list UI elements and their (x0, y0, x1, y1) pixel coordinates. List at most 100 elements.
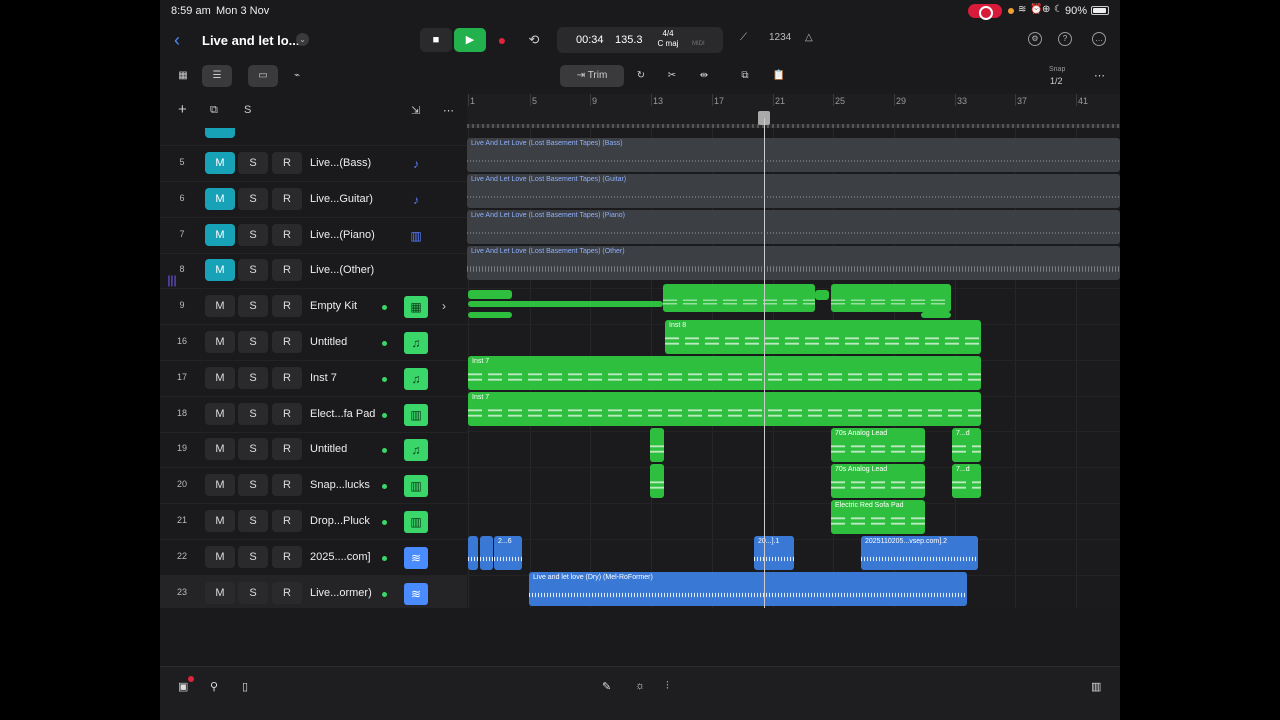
record-arm-button[interactable]: R (272, 366, 302, 389)
mute-button[interactable]: M (205, 223, 235, 246)
audio-icon[interactable]: ≋ (404, 582, 428, 605)
mute-button[interactable]: M (205, 295, 235, 318)
audio-region-muted[interactable]: Live And Let Love (Lost Basement Tapes) … (467, 138, 1120, 172)
solo-button[interactable]: S (238, 152, 268, 174)
count-in-button[interactable]: 1234 (769, 32, 791, 43)
mute-button[interactable]: M (205, 438, 235, 461)
audio-region[interactable]: 2...6 (494, 536, 522, 570)
help-icon[interactable]: ? (1058, 32, 1072, 46)
back-chevron-icon[interactable]: ‹ (174, 30, 180, 51)
tuner-icon[interactable]: ⟋ (740, 32, 747, 43)
track-name[interactable]: Snap...lucks (310, 479, 370, 491)
mute-button[interactable]: M (205, 545, 235, 568)
track-row[interactable]: 22 M S R 2025....com] ≋ (160, 540, 467, 576)
track-name[interactable]: 2025....com] (310, 551, 371, 563)
midi-region[interactable]: 7...d (952, 464, 981, 498)
audio-region[interactable]: Live and let love (Dry) (Mel-RoFormer) (529, 572, 967, 606)
stop-button[interactable]: ■ (420, 28, 452, 52)
mute-button[interactable]: M (205, 402, 235, 425)
midi-region[interactable]: Electric Red Sofa Pad (831, 500, 925, 534)
track-row[interactable]: 7 M S R Live...(Piano) ▥ (160, 218, 467, 254)
header-more-icon[interactable]: ⋯ (443, 104, 454, 117)
solo-button[interactable]: S (238, 366, 268, 389)
track-name[interactable]: Live...(Piano) (310, 229, 375, 241)
record-button[interactable]: ● (486, 28, 518, 52)
mute-button[interactable]: M (205, 474, 235, 497)
audio-region-muted[interactable]: Live And Let Love (Lost Basement Tapes) … (467, 210, 1120, 244)
midi-region[interactable]: 70s Analog Lead (831, 464, 925, 498)
automation-icon[interactable]: ⌁ (284, 65, 310, 87)
mute-button[interactable]: M (205, 366, 235, 389)
midi-region[interactable] (468, 290, 512, 299)
record-arm-button[interactable]: R (272, 545, 302, 568)
track-name[interactable]: Drop...Pluck (310, 515, 370, 527)
record-arm-button[interactable]: R (272, 187, 302, 210)
midi-region[interactable] (468, 312, 512, 318)
music-note-icon[interactable]: ♫ (404, 332, 428, 354)
audio-region[interactable] (468, 536, 478, 570)
region-view-icon[interactable]: ▭ (248, 65, 278, 87)
solo-button[interactable]: S (238, 510, 268, 532)
track-row[interactable]: 23 M S R Live...ormer) ≋ (160, 575, 467, 608)
more-icon[interactable]: ⋯ (1094, 69, 1105, 82)
track-row[interactable]: 17 M S R Inst 7 ♫ (160, 361, 467, 397)
play-button[interactable]: ▶ (454, 28, 486, 52)
record-arm-button[interactable]: R (272, 295, 302, 318)
record-arm-button[interactable]: R (272, 259, 302, 282)
solo-button[interactable]: S (238, 331, 268, 353)
record-arm-button[interactable]: R (272, 581, 302, 604)
track-name[interactable]: Empty Kit (310, 300, 357, 312)
trim-tool[interactable]: ⇥ Trim (560, 65, 624, 87)
solo-button[interactable]: S (238, 187, 268, 210)
track-row[interactable]: 19 M S R Untitled ♫ (160, 432, 467, 469)
paste-icon[interactable]: 📋 (770, 65, 788, 87)
solo-button[interactable]: S (238, 474, 268, 497)
guitar-icon[interactable]: ♪ (404, 189, 428, 211)
music-note-icon[interactable]: ♫ (404, 367, 428, 390)
track-name[interactable]: Live...Guitar) (310, 193, 373, 205)
midi-region[interactable]: Inst 7 (468, 356, 981, 390)
keyboard-icon[interactable]: ▥ (1091, 680, 1101, 693)
lcd-display[interactable]: 00:34 135.3 4/4 C maj MIDI (557, 27, 723, 53)
midi-region[interactable] (921, 312, 951, 318)
solo-button[interactable]: S (238, 259, 268, 282)
audio-region-muted[interactable]: Live And Let Love (Lost Basement Tapes) … (467, 246, 1120, 280)
audio-region[interactable]: 20...].1 (754, 536, 794, 570)
record-arm-button[interactable]: R (272, 474, 302, 497)
midi-region[interactable]: Inst 7 (468, 392, 981, 426)
mute-button[interactable]: M (205, 187, 235, 210)
snap-value[interactable]: 1/2 (1050, 76, 1063, 86)
mute-button[interactable]: M (205, 581, 235, 604)
keyboard-icon[interactable]: ▥ (404, 403, 428, 426)
tracks-view-icon[interactable]: ☰ (202, 65, 232, 87)
cycle-button[interactable]: ⟲ (518, 28, 550, 52)
music-note-icon[interactable]: ♫ (404, 439, 428, 462)
midi-region[interactable] (650, 428, 664, 462)
arrangement-area[interactable]: Live And Let Love (Lost Basement Tapes) … (467, 128, 1120, 608)
track-name[interactable]: Live...(Bass) (310, 157, 371, 169)
pencil-icon[interactable]: ✎ (602, 680, 611, 693)
track-name[interactable]: Live...(Other) (310, 264, 374, 276)
grid-view-icon[interactable]: ▦ (172, 65, 194, 87)
midi-region[interactable] (831, 284, 951, 312)
midi-region[interactable] (663, 284, 815, 312)
track-row[interactable]: 9 M S R Empty Kit ▦ › (160, 289, 467, 326)
solo-button[interactable]: S (238, 438, 268, 461)
chevron-down-icon[interactable]: ⌄ (296, 33, 309, 46)
mute-button[interactable]: M (205, 259, 235, 282)
track-name[interactable]: Inst 7 (310, 372, 337, 384)
smart-controls-icon[interactable]: ⚲ (210, 680, 218, 693)
keyboard-icon[interactable]: ▥ (404, 511, 428, 533)
copy-icon[interactable]: ⧉ (736, 65, 754, 87)
audio-region-muted[interactable]: Live And Let Love (Lost Basement Tapes) … (467, 174, 1120, 208)
track-row[interactable]: 20 M S R Snap...lucks ▥ (160, 468, 467, 505)
mixer-icon[interactable]: ⫶ (666, 680, 669, 693)
add-track-button[interactable]: + (178, 101, 187, 118)
drum-kit-icon[interactable]: ▦ (404, 296, 428, 319)
keyboard-icon[interactable]: ▥ (404, 475, 428, 498)
audio-icon[interactable]: ≋ (404, 546, 428, 569)
more-menu-icon[interactable]: … (1092, 32, 1106, 46)
track-name[interactable]: Live...ormer) (310, 587, 372, 599)
midi-region[interactable]: Inst 8 (665, 320, 981, 354)
mute-button[interactable]: M (205, 331, 235, 353)
